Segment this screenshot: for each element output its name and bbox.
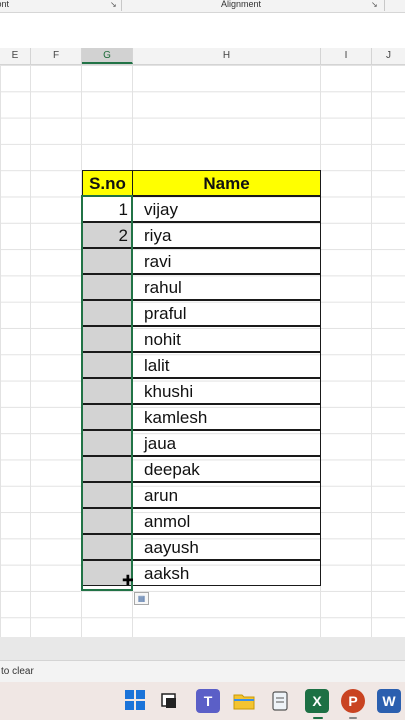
name-cell[interactable]: anmol (132, 508, 321, 534)
active-app-indicator (313, 717, 323, 719)
name-cell[interactable]: deepak (132, 456, 321, 482)
table-row: arun (82, 482, 321, 508)
table-row: rahul (82, 274, 321, 300)
name-cell[interactable]: khushi (132, 378, 321, 404)
windows-start-icon[interactable] (123, 689, 147, 713)
windows-taskbar: T X P W (0, 682, 405, 720)
name-cell[interactable]: nohit (132, 326, 321, 352)
sno-cell[interactable]: 2 (82, 222, 133, 248)
table-row: lalit (82, 352, 321, 378)
table-row: 2 riya (82, 222, 321, 248)
sno-cell[interactable] (82, 326, 133, 352)
column-header-h[interactable]: H (133, 48, 321, 64)
task-view-icon[interactable] (158, 689, 182, 713)
column-header-f[interactable]: F (31, 48, 82, 64)
grid-line (30, 65, 31, 637)
sno-cell[interactable] (82, 508, 133, 534)
name-cell[interactable]: kamlesh (132, 404, 321, 430)
font-group-label: Font (0, 0, 10, 9)
sno-cell[interactable]: 1 (82, 196, 133, 222)
table-row: deepak (82, 456, 321, 482)
sno-cell[interactable] (82, 300, 133, 326)
ribbon-group-labels: Font ↘ Alignment ↘ (0, 0, 405, 13)
open-app-indicator (349, 717, 357, 719)
column-header-i[interactable]: I (321, 48, 372, 64)
status-text: to clear (1, 666, 34, 677)
sno-cell[interactable] (82, 404, 133, 430)
table-row: jaua (82, 430, 321, 456)
sno-cell[interactable] (82, 534, 133, 560)
sno-cell[interactable] (82, 482, 133, 508)
name-cell[interactable]: riya (132, 222, 321, 248)
word-icon[interactable]: W (377, 689, 401, 713)
table-row: aaksh (82, 560, 321, 586)
font-dialog-launcher-icon[interactable]: ↘ (110, 0, 117, 9)
sno-cell[interactable] (82, 378, 133, 404)
powerpoint-icon[interactable]: P (341, 689, 365, 713)
name-header-cell[interactable]: Name (132, 170, 321, 196)
notepad-icon[interactable] (268, 689, 292, 713)
table-row: nohit (82, 326, 321, 352)
table-row: kamlesh (82, 404, 321, 430)
status-bar: to clear (0, 660, 405, 683)
name-cell[interactable]: jaua (132, 430, 321, 456)
sno-cell[interactable] (82, 248, 133, 274)
ribbon-divider (384, 0, 385, 11)
table-row: aayush (82, 534, 321, 560)
name-cell[interactable]: ravi (132, 248, 321, 274)
column-header-g[interactable]: G (82, 48, 133, 64)
column-headers: E F G H I J (0, 48, 405, 65)
sno-header-cell[interactable]: S.no (82, 170, 133, 196)
name-cell[interactable]: vijay (132, 196, 321, 222)
sno-cell[interactable] (82, 352, 133, 378)
name-cell[interactable]: aayush (132, 534, 321, 560)
name-cell[interactable]: praful (132, 300, 321, 326)
table-row: anmol (82, 508, 321, 534)
table-header-row: S.no Name (82, 170, 321, 196)
name-cell[interactable]: lalit (132, 352, 321, 378)
auto-fill-options-button[interactable]: ▦ (134, 592, 149, 605)
name-cell[interactable]: rahul (132, 274, 321, 300)
column-header-e[interactable]: E (0, 48, 31, 64)
excel-icon[interactable]: X (305, 689, 329, 713)
ribbon-divider (121, 0, 122, 11)
table-row: praful (82, 300, 321, 326)
table-row: khushi (82, 378, 321, 404)
alignment-group-label: Alignment (221, 0, 262, 9)
table-row: ravi (82, 248, 321, 274)
alignment-dialog-launcher-icon[interactable]: ↘ (371, 0, 378, 9)
grid-line (371, 65, 372, 637)
sno-cell[interactable] (82, 274, 133, 300)
name-cell[interactable]: arun (132, 482, 321, 508)
file-explorer-icon[interactable] (232, 689, 256, 713)
name-cell[interactable]: aaksh (132, 560, 321, 586)
fill-cross-cursor-icon: ✚ (122, 572, 134, 588)
table-row: 1 vijay (82, 196, 321, 222)
column-header-j[interactable]: J (372, 48, 405, 64)
teams-icon[interactable]: T (196, 689, 220, 713)
sno-cell[interactable] (82, 456, 133, 482)
sno-cell[interactable] (82, 430, 133, 456)
sheet-tab-bar (0, 637, 405, 660)
